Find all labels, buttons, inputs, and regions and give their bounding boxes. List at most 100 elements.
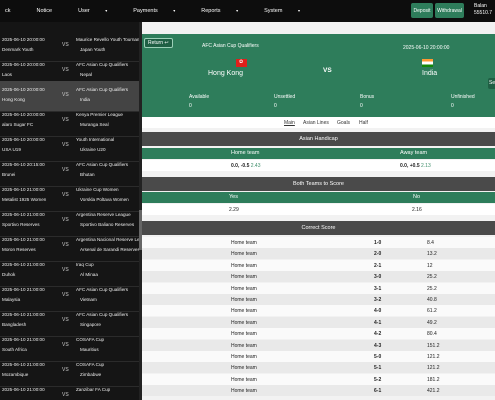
match-away: Bhutan [80, 172, 95, 177]
correct-score-score: 4-2 [374, 331, 382, 338]
correct-score-score: 5-2 [374, 376, 382, 383]
nav-item-system[interactable]: System ▾ [264, 8, 313, 14]
correct-score-row[interactable]: Home team 5-2 181.2 [142, 373, 495, 385]
tab-main[interactable]: Main [284, 120, 295, 126]
correct-score-score: 3-1 [374, 285, 382, 292]
match-list-item[interactable]: 2025-06-10 21:00:00 Zanzibar FA Cup VS [0, 381, 142, 400]
correct-score-odds[interactable]: 80.4 [427, 331, 437, 337]
correct-score-team: Home team [231, 308, 257, 315]
correct-score-row[interactable]: Home team 3-2 40.8 [142, 294, 495, 305]
tab-goals[interactable]: Goals [337, 120, 350, 126]
match-home: Moron Reserves [2, 247, 36, 252]
correct-score-row[interactable]: Home team 5-1 121.2 [142, 362, 495, 374]
stat-unsettled: Unsettled 0 [274, 94, 296, 109]
match-date: 2025-06-10 20:00:00 [2, 37, 45, 42]
match-away: Zimbabwe [80, 372, 102, 377]
correct-score-row[interactable]: Home team 4-3 151.2 [142, 339, 495, 351]
correct-score-row[interactable]: Home team 2-1 12 [142, 259, 495, 271]
match-league: Youth International [76, 137, 115, 142]
match-league: Iraq Cup [76, 262, 94, 267]
btts-header: Yes No [142, 192, 495, 203]
match-away: Singapore [80, 322, 101, 327]
match-date: 2025-06-10 21:00:00 [2, 187, 45, 192]
match-date: 2025-06-10 21:00:00 [2, 212, 45, 217]
correct-score-odds[interactable]: 61.2 [427, 308, 437, 314]
tab-asian-lines[interactable]: Asian Lines [303, 120, 329, 126]
btts-no-odds[interactable]: 2.16 [412, 207, 422, 213]
away-team-name: India [422, 70, 438, 77]
vs-label: VS [62, 342, 69, 348]
nav-item-payments[interactable]: Payments ▾ [133, 8, 188, 14]
match-league: Argentina Nacional Reserve League [76, 237, 142, 242]
match-league: COSAFA Cup [76, 337, 105, 342]
match-league: AFC Asian Cup Qualifiers [76, 162, 129, 167]
correct-score-row[interactable]: Home team 3-0 25.2 [142, 271, 495, 283]
correct-score-score: 6-1 [374, 388, 382, 395]
vs-label: VS [62, 142, 69, 148]
correct-score-team: Home team [231, 319, 257, 326]
match-league: Ukraine Cup Women [76, 187, 119, 192]
withdrawal-button[interactable]: Withdrawal [435, 3, 464, 18]
correct-score-team: Home team [231, 251, 257, 258]
deposit-button[interactable]: Deposit [411, 3, 433, 18]
correct-score-team: Home team [231, 285, 257, 292]
vs-label: VS [323, 67, 332, 74]
nav-item-user[interactable]: User ▾ [78, 8, 120, 14]
match-league: Zanzibar FA Cup [76, 387, 111, 392]
btts-yes-odds[interactable]: 2.29 [229, 207, 239, 213]
side-panel-button[interactable]: Se [488, 78, 495, 89]
match-date: 2025-06-10 20:00:00 [403, 45, 450, 51]
match-away: Vorskla Poltava Women [80, 197, 129, 202]
correct-score-score: 4-0 [374, 308, 382, 315]
home-team-label: Home team [231, 150, 260, 156]
match-league: AFC Asian Cup Qualifiers [202, 43, 259, 49]
correct-score-team: Home team [231, 388, 257, 395]
correct-score-odds[interactable]: 8.4 [427, 240, 434, 246]
home-handicap-odds[interactable]: 0.0, -0.5 2.43 [231, 163, 260, 169]
correct-score-row[interactable]: Home team 4-2 80.4 [142, 328, 495, 340]
nav-item-reports[interactable]: Reports ▾ [201, 8, 251, 14]
correct-score-row[interactable]: Home team 3-1 25.2 [142, 282, 495, 294]
tab-half[interactable]: Half [359, 120, 368, 126]
balance-label: Balan [474, 3, 487, 9]
balance-value: 55510.7 [474, 10, 493, 16]
match-away: India [80, 97, 90, 102]
correct-score-odds[interactable]: 121.2 [427, 354, 440, 360]
match-league: AFC Asian Cup Qualifiers [76, 287, 129, 292]
correct-score-odds[interactable]: 25.2 [427, 286, 437, 292]
correct-score-row[interactable]: Home team 4-1 49.2 [142, 316, 495, 328]
match-away: Vietnam [80, 297, 97, 302]
correct-score-odds[interactable]: 40.8 [427, 297, 437, 303]
stat-available: Available 0 [189, 94, 210, 109]
correct-score-row[interactable]: Home team 6-1 421.2 [142, 385, 495, 397]
main-menu: ck Notice User ▾ Payments ▾ Reports ▾ Sy… [0, 8, 326, 14]
correct-score-odds[interactable]: 121.2 [427, 365, 440, 371]
correct-score-odds[interactable]: 181.2 [427, 377, 440, 383]
btts-yes-label: Yes [229, 194, 238, 200]
match-league: Maurice Revello Youth Tournament [76, 37, 142, 42]
correct-score-odds[interactable]: 13.2 [427, 251, 437, 257]
correct-score-odds[interactable]: 421.2 [427, 388, 440, 394]
stat-unfinished: Unfinished 0 [451, 94, 475, 109]
correct-score-odds[interactable]: 25.2 [427, 274, 437, 280]
correct-score-odds[interactable]: 12 [427, 263, 433, 269]
asian-handicap-header: Home team Away team [142, 148, 495, 159]
match-date: 2025-06-10 21:00:00 [2, 387, 45, 392]
match-home: Metalist 1925 Women [2, 197, 47, 202]
match-league: AFC Asian Cup Qualifiers [76, 62, 129, 67]
return-button[interactable]: Return ↩ [144, 38, 173, 48]
match-list: 2025-06-10 20:00:00 Denmark Youth Maurice … [0, 22, 142, 400]
match-home: Bangladesh [2, 322, 27, 327]
chevron-down-icon: ▾ [105, 8, 108, 13]
correct-score-row[interactable]: Home team 5-0 121.2 [142, 351, 495, 362]
correct-score-row[interactable]: Home team 2-0 13.2 [142, 248, 495, 260]
correct-score-odds[interactable]: 151.2 [427, 343, 440, 349]
correct-score-row[interactable]: Home team 1-0 8.4 [142, 237, 495, 248]
away-handicap-odds[interactable]: 0.0, +0.5 2.13 [400, 163, 431, 169]
correct-score-row[interactable]: Home team 4-0 61.2 [142, 305, 495, 317]
match-home: Malaysia [2, 297, 21, 302]
return-icon: ↩ [164, 40, 169, 46]
nav-item-ck[interactable]: ck [5, 8, 24, 14]
correct-score-odds[interactable]: 49.2 [427, 320, 437, 326]
nav-item-notice[interactable]: Notice [37, 8, 66, 14]
